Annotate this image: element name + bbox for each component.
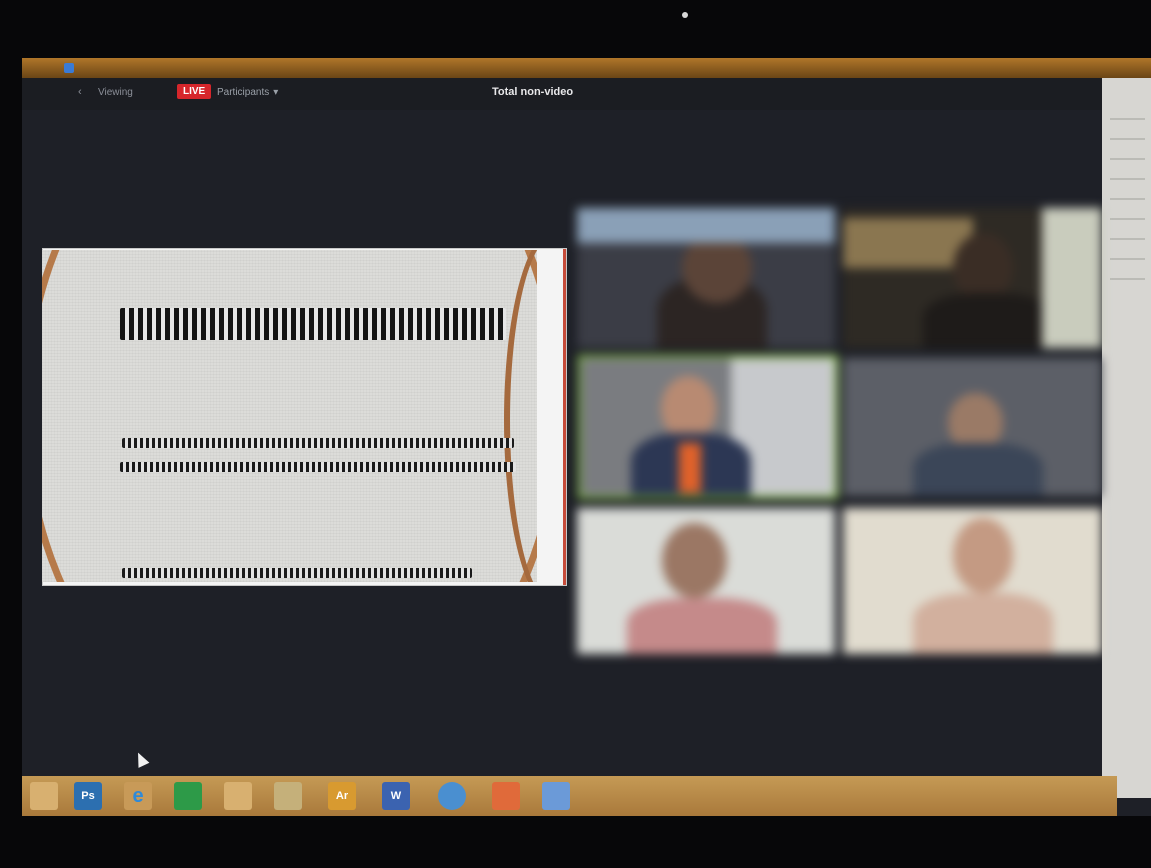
video-gallery — [577, 208, 1102, 654]
drawn-thread-row — [122, 438, 514, 448]
webcam-indicator — [682, 12, 688, 18]
participant-face — [661, 376, 716, 441]
participants-label: Participants — [217, 87, 270, 98]
embroidery-hoop — [42, 250, 537, 582]
brave-icon[interactable] — [492, 782, 520, 810]
participant-face — [662, 523, 727, 598]
acrobat-icon[interactable]: Ar — [328, 782, 356, 810]
laptop-screen: ‹ Viewing LIVE Participants ▾ Total non-v… — [22, 58, 1151, 816]
video-tile[interactable] — [577, 208, 835, 348]
total-non-video-label: Total non-video — [492, 86, 574, 98]
window-edge — [563, 249, 566, 585]
tile-background — [1042, 208, 1102, 348]
store-icon[interactable] — [174, 782, 202, 810]
meeting-top-bar: ‹ Viewing LIVE Participants ▾ Total non-v… — [22, 78, 1102, 110]
viewing-label: Viewing — [98, 87, 133, 98]
app-icon[interactable] — [274, 782, 302, 810]
video-tile[interactable] — [843, 508, 1102, 654]
drawn-thread-row — [120, 308, 506, 340]
video-tile[interactable] — [843, 358, 1102, 496]
drawn-thread-row — [120, 462, 516, 472]
side-panel-line — [1110, 158, 1145, 160]
participant-face — [682, 233, 752, 303]
embroidery-photo — [42, 250, 537, 582]
zoom-icon[interactable] — [542, 782, 570, 810]
participant-shirt — [679, 443, 701, 493]
participants-dropdown[interactable]: Participants ▾ — [217, 87, 278, 98]
video-tile[interactable] — [577, 508, 835, 654]
side-panel-line — [1110, 138, 1145, 140]
side-panel-line — [1110, 278, 1145, 280]
folder-icon[interactable] — [30, 782, 58, 810]
side-panel-line — [1110, 238, 1145, 240]
participant-figure — [913, 593, 1053, 654]
chevron-down-icon: ▾ — [273, 87, 279, 98]
photoshop-icon[interactable]: Ps — [74, 782, 102, 810]
participant-figure — [923, 293, 1053, 348]
side-panel-line — [1110, 198, 1145, 200]
windows-taskbar: Ps e Ar W — [22, 776, 1117, 816]
participant-figure — [627, 598, 777, 654]
side-panel-line — [1110, 258, 1145, 260]
live-badge[interactable]: LIVE — [177, 84, 212, 99]
mouse-cursor-icon — [132, 750, 150, 768]
participant-face — [953, 518, 1013, 593]
side-panel-line — [1110, 178, 1145, 180]
side-panel-line — [1110, 218, 1145, 220]
participant-figure — [913, 443, 1043, 496]
drawn-thread-row — [122, 568, 472, 578]
video-tile[interactable] — [843, 208, 1102, 348]
window-title-bar — [22, 58, 1151, 78]
zoom-app-icon — [64, 63, 74, 73]
word-icon[interactable]: W — [382, 782, 410, 810]
side-panel-line — [1110, 118, 1145, 120]
file-explorer-icon[interactable] — [224, 782, 252, 810]
video-tile-active-speaker[interactable] — [581, 358, 835, 496]
tile-background — [577, 208, 835, 243]
chat-side-panel — [1102, 78, 1151, 798]
internet-explorer-icon[interactable]: e — [124, 782, 152, 810]
chrome-icon[interactable] — [438, 782, 466, 810]
back-arrow-icon[interactable]: ‹ — [78, 86, 82, 98]
